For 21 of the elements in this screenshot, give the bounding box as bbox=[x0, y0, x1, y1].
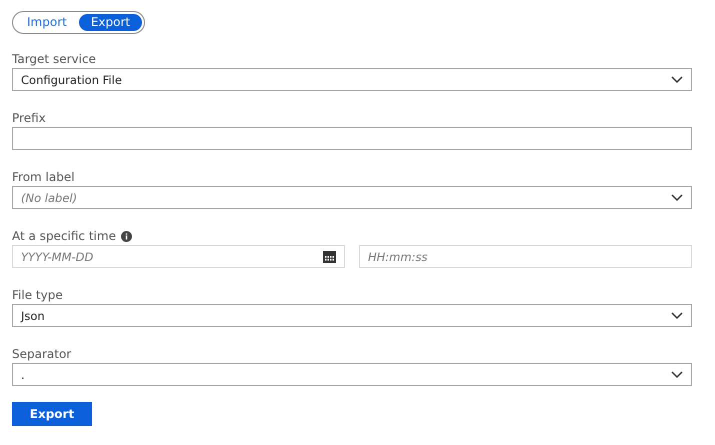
calendar-icon bbox=[323, 250, 336, 262]
dropdown[interactable]: Json bbox=[12, 304, 692, 327]
chevron-down-icon bbox=[671, 312, 683, 320]
dropdown[interactable]: (No label) bbox=[12, 186, 692, 209]
field-label: At a specific time bbox=[12, 229, 116, 243]
field-label: File type bbox=[12, 288, 63, 302]
date-field[interactable]: YYYY-MM-DD bbox=[12, 245, 345, 268]
export-button[interactable]: Export bbox=[12, 402, 92, 426]
chevron-down-icon bbox=[671, 76, 683, 84]
toggle-option[interactable]: Import bbox=[15, 14, 79, 31]
dropdown[interactable]: . bbox=[12, 363, 692, 386]
input-field[interactable] bbox=[12, 127, 692, 150]
chevron-down-icon bbox=[671, 370, 683, 378]
field-label: Target service bbox=[12, 52, 96, 66]
field-label: From label bbox=[12, 170, 75, 184]
field-label: Separator bbox=[12, 347, 72, 361]
time-field[interactable]: HH:mm:ss bbox=[359, 245, 692, 268]
field-label: Prefix bbox=[12, 111, 46, 125]
chevron-down-icon bbox=[671, 194, 683, 202]
dropdown[interactable]: Configuration File bbox=[12, 68, 692, 91]
toggle-option[interactable]: Export bbox=[78, 14, 142, 31]
